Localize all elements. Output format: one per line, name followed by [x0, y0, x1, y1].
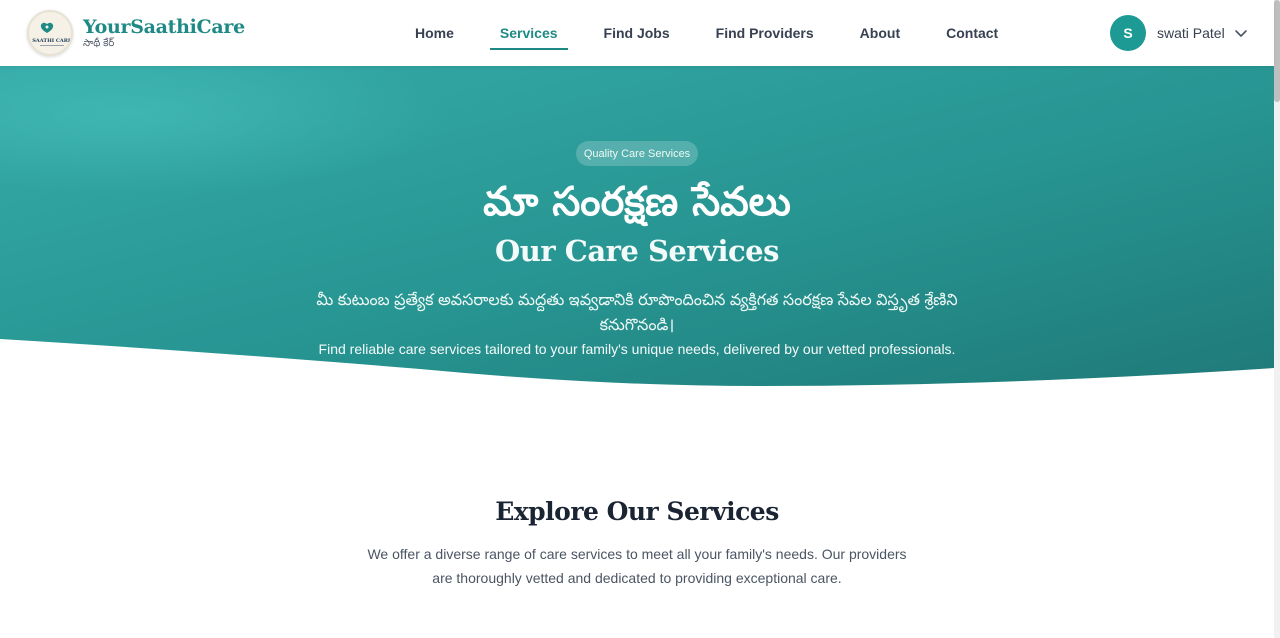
brand-logo-link[interactable]: SAATHI CARE YourSaathiCare సాథీ కేర్ [27, 10, 245, 56]
logo-text: SAATHI CARE [32, 38, 72, 44]
user-menu[interactable]: S swati Patel [1110, 15, 1248, 51]
chevron-down-icon [1234, 30, 1247, 37]
scrollbar-thumb[interactable] [1274, 0, 1280, 102]
hero-description-telugu: మీ కుటుంబ ప్రత్యేక అవసరాలకు మద్దతు ఇవ్వడ… [316, 292, 958, 334]
page-scrollbar[interactable] [1274, 0, 1280, 638]
avatar: S [1110, 15, 1146, 51]
brand-tagline: సాథీ కేర్ [83, 37, 115, 49]
brand-name: YourSaathiCare [83, 15, 245, 38]
user-name: swati Patel [1157, 25, 1225, 41]
main-nav: Home Services Find Jobs Find Providers A… [392, 0, 1021, 66]
hero-description: Find reliable care services tailored to … [318, 341, 956, 357]
nav-find-jobs[interactable]: Find Jobs [594, 17, 680, 50]
explore-title: Explore Our Services [495, 497, 779, 526]
nav-home[interactable]: Home [405, 17, 464, 50]
nav-contact[interactable]: Contact [936, 17, 1008, 50]
hero-section: Quality Care Services మా సంరక్షణ సేవలు O… [0, 66, 1274, 388]
hero-title-telugu: మా సంరక్షణ సేవలు [483, 179, 791, 225]
nav-about[interactable]: About [850, 17, 910, 50]
heart-logo-icon: SAATHI CARE [27, 10, 73, 56]
nav-find-providers[interactable]: Find Providers [706, 17, 824, 50]
explore-description: We offer a diverse range of care service… [367, 546, 907, 586]
hero-title: Our Care Services [495, 234, 779, 268]
nav-services[interactable]: Services [489, 17, 568, 50]
site-header: SAATHI CARE YourSaathiCare సాథీ కేర్ Hom… [0, 0, 1274, 66]
quality-badge: Quality Care Services [576, 141, 698, 166]
